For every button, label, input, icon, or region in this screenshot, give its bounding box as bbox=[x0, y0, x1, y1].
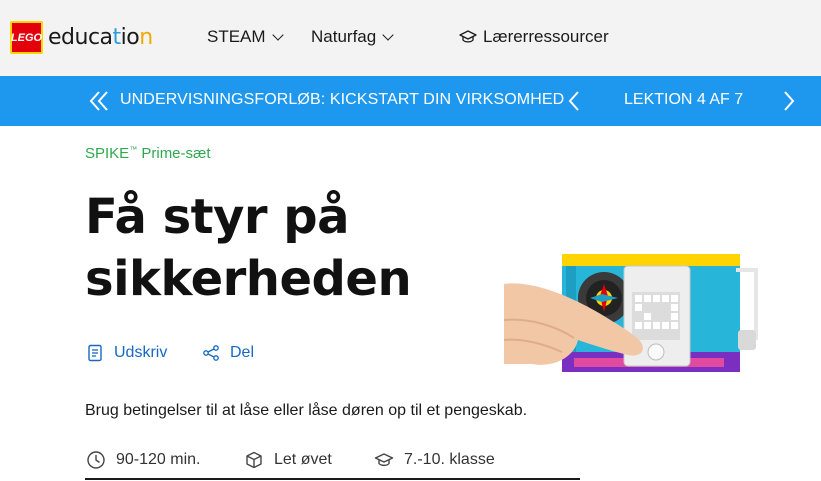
lego-education-logo[interactable]: LEGO education bbox=[10, 21, 153, 54]
print-label: Udskriv bbox=[114, 344, 168, 361]
chevron-down-icon bbox=[271, 28, 284, 41]
share-label: Del bbox=[230, 344, 255, 361]
difficulty-info: Let øvet bbox=[244, 450, 332, 470]
previous-lesson-icon[interactable] bbox=[566, 89, 582, 113]
share-button[interactable]: Del bbox=[202, 344, 254, 362]
grade-text: 7.-10. klasse bbox=[404, 451, 495, 468]
unit-title-link[interactable]: UNDERVISNINGSFORLØB: KICKSTART DIN VIRKS… bbox=[120, 91, 564, 109]
grade-info: 7.-10. klasse bbox=[374, 450, 495, 470]
nav-item-naturfag-label: Naturfag bbox=[311, 27, 377, 46]
lesson-navigation-bar: UNDERVISNINGSFORLØB: KICKSTART DIN VIRKS… bbox=[0, 76, 821, 126]
nav-item-teacher-resources-label: Lærerressourcer bbox=[483, 27, 609, 46]
nav-item-steam-label: STEAM bbox=[207, 27, 266, 46]
top-navigation: LEGO education STEAM Naturfag Lærerresso… bbox=[0, 0, 821, 76]
divider bbox=[85, 478, 580, 480]
spike-safe-hero-image bbox=[504, 240, 776, 392]
double-chevron-left-icon[interactable] bbox=[88, 89, 112, 113]
clock-icon bbox=[87, 451, 105, 469]
box-icon bbox=[246, 451, 262, 469]
document-icon bbox=[88, 344, 102, 362]
product-label[interactable]: SPIKE™ Prime-sæt bbox=[85, 145, 211, 162]
nav-item-steam[interactable]: STEAM bbox=[207, 27, 284, 47]
print-button[interactable]: Udskriv bbox=[86, 344, 167, 362]
duration-info: 90-120 min. bbox=[86, 450, 201, 470]
lego-logo-icon: LEGO bbox=[10, 21, 43, 54]
nav-item-naturfag[interactable]: Naturfag bbox=[311, 27, 394, 47]
share-icon bbox=[203, 345, 219, 361]
education-wordmark: education bbox=[48, 25, 153, 50]
graduation-cap-icon bbox=[374, 453, 394, 467]
duration-text: 90-120 min. bbox=[116, 451, 201, 468]
graduation-cap-icon bbox=[459, 30, 477, 43]
lesson-counter: LEKTION 4 AF 7 bbox=[624, 91, 744, 108]
lesson-description: Brug betingelser til at låse eller låse … bbox=[85, 402, 528, 419]
difficulty-text: Let øvet bbox=[274, 451, 332, 468]
next-lesson-icon[interactable] bbox=[781, 89, 797, 113]
chevron-down-icon bbox=[382, 28, 394, 41]
nav-item-teacher-resources[interactable]: Lærerressourcer bbox=[459, 27, 609, 47]
page-title: Få styr på sikkerheden bbox=[85, 189, 412, 307]
